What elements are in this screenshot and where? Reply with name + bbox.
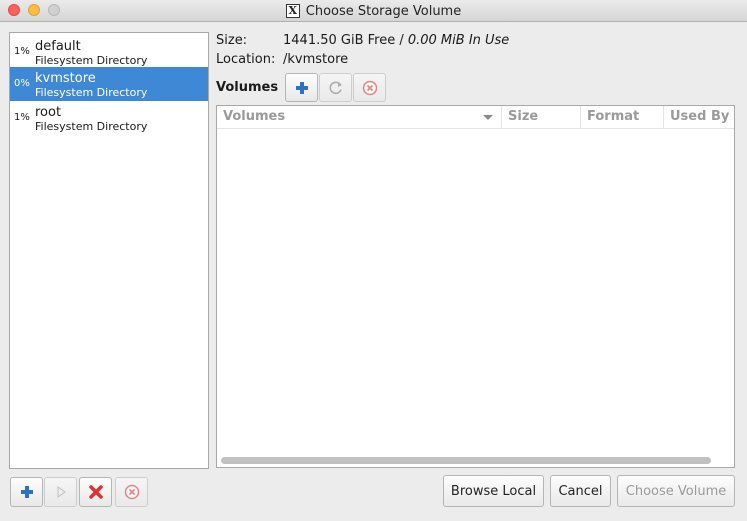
browse-local-button[interactable]: Browse Local [443,475,544,507]
column-header-volumes[interactable]: Volumes [217,106,502,129]
play-icon [57,486,66,498]
location-value: /kvmstore [283,52,349,67]
volumes-section-label: Volumes [216,80,279,95]
pool-type: Filesystem Directory [35,86,148,99]
volumes-table[interactable]: Volumes Size Format Used By [216,105,735,468]
column-label: Size [508,109,539,124]
delete-pool-button[interactable] [115,477,148,507]
pool-item-root[interactable]: 1% root Filesystem Directory [10,101,208,135]
delete-circle-icon [124,484,139,500]
horizontal-scrollbar[interactable] [221,457,711,464]
refresh-volumes-button[interactable] [319,73,352,102]
size-free: 1441.50 GiB Free / [283,33,408,48]
column-header-format[interactable]: Format [581,106,664,129]
plus-icon [295,81,308,94]
column-label: Volumes [223,109,286,124]
title-bar: X Choose Storage Volume [0,0,747,22]
column-header-used-by[interactable]: Used By [664,106,734,129]
delete-circle-icon [362,80,377,95]
location-label: Location: [216,52,276,67]
pool-item-kvmstore[interactable]: 0% kvmstore Filesystem Directory [10,67,208,101]
window-title-wrap: X Choose Storage Volume [0,0,747,22]
start-pool-button[interactable] [44,477,77,507]
cancel-button[interactable]: Cancel [550,475,611,507]
column-label: Used By [670,109,730,124]
pool-type: Filesystem Directory [35,120,148,133]
pool-usage-percent: 1% [14,46,30,57]
x11-icon: X [285,4,300,18]
pool-name: kvmstore [35,71,96,86]
column-header-size[interactable]: Size [502,106,581,129]
size-label: Size: [216,33,248,48]
delete-x-icon [88,485,103,499]
pool-name: default [35,39,81,54]
stop-pool-button[interactable] [79,477,112,507]
pool-name: root [35,105,62,120]
size-in-use: 0.00 MiB In Use [407,33,510,48]
sort-desc-icon [483,115,493,120]
add-pool-button[interactable] [10,477,43,507]
pool-type: Filesystem Directory [35,54,148,67]
volumes-table-header: Volumes Size Format Used By [217,106,734,129]
pool-item-default[interactable]: 1% default Filesystem Directory [10,35,208,69]
pool-usage-percent: 1% [14,112,30,123]
delete-volume-button[interactable] [353,73,386,102]
plus-icon [20,486,33,498]
choose-volume-button[interactable]: Choose Volume [617,475,735,507]
refresh-icon [329,81,342,94]
pool-usage-percent: 0% [14,78,30,89]
column-label: Format [587,109,640,124]
window-title: Choose Storage Volume [305,3,462,19]
size-value: 1441.50 GiB Free / 0.00 MiB In Use [283,33,509,48]
storage-pool-list[interactable]: 1% default Filesystem Directory 0% kvmst… [9,32,209,469]
add-volume-button[interactable] [285,73,318,102]
